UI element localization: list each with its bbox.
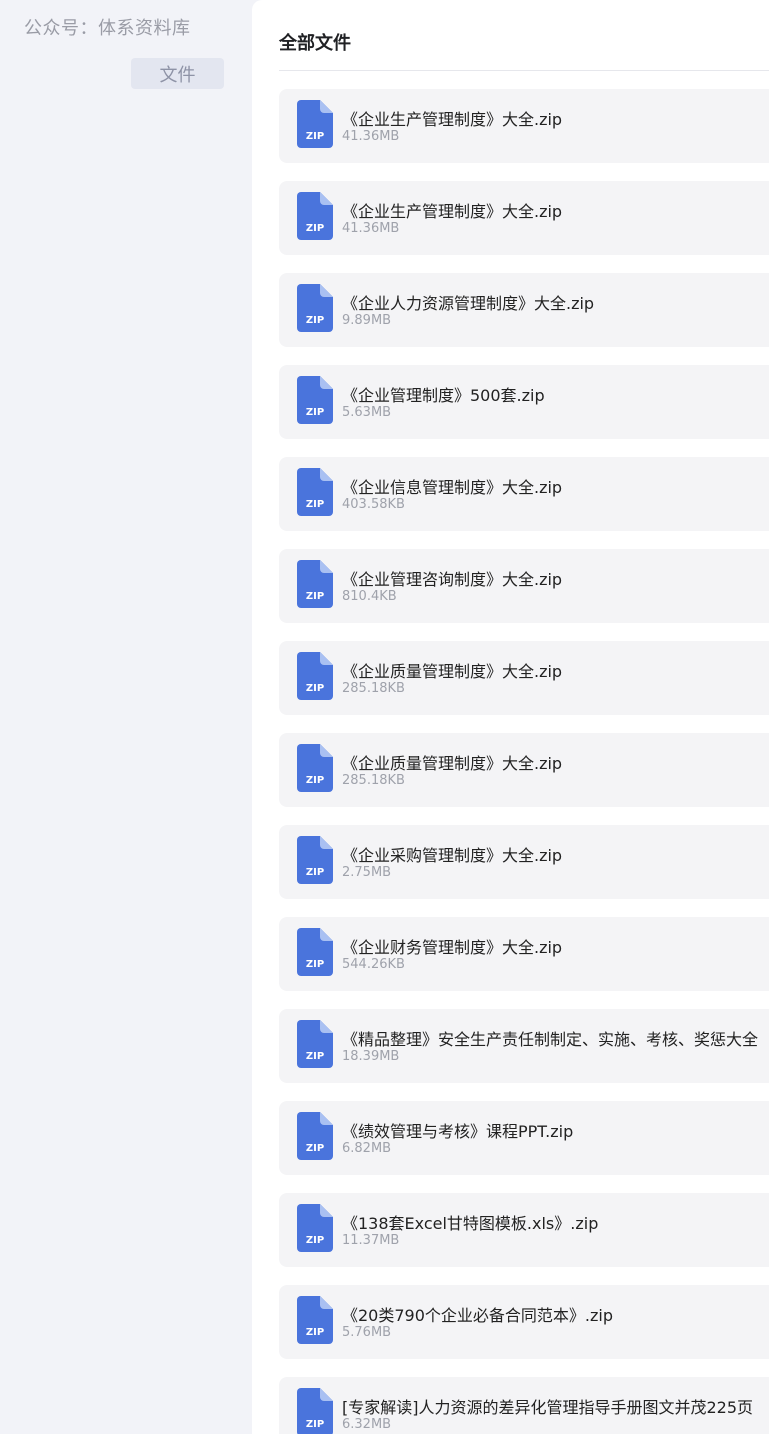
zip-file-icon: ZIP [297,1112,333,1160]
file-item[interactable]: ZIP 《精品整理》安全生产责任制制定、实施、考核、奖惩大全 18.39MB [279,1009,769,1083]
file-size: 5.76MB [342,1325,392,1340]
file-size: 6.82MB [342,1141,392,1156]
zip-icon-label: ZIP [306,131,324,142]
file-name: 《企业管理制度》500套.zip [342,386,545,405]
file-name: 《企业财务管理制度》大全.zip [342,938,563,957]
file-item[interactable]: ZIP 《企业人力资源管理制度》大全.zip 9.89MB [279,273,769,347]
zip-icon-label: ZIP [306,407,324,418]
file-item[interactable]: ZIP 《企业质量管理制度》大全.zip 285.18KB [279,733,769,807]
tab-files[interactable]: 文件 [131,58,224,89]
zip-file-icon: ZIP [297,376,333,424]
zip-file-icon: ZIP [297,284,333,332]
file-name: 《138套Excel甘特图模板.xls》.zip [342,1214,599,1233]
zip-file-icon: ZIP [297,1388,333,1434]
zip-icon-label: ZIP [306,683,324,694]
zip-file-icon: ZIP [297,1204,333,1252]
file-list: ZIP 《企业生产管理制度》大全.zip 41.36MB ZIP 《企业生产管理制度》大… [279,89,769,1434]
main-panel: 全部文件 ZIP 《企业生产管理制度》大全.zip 41.36MB ZIP 《企业生产管… [252,0,769,1434]
zip-file-icon: ZIP [297,468,333,516]
file-name: 《企业生产管理制度》大全.zip [342,110,563,129]
file-size: 2.75MB [342,865,392,880]
file-item[interactable]: ZIP 《20类790个企业必备合同范本》.zip 5.76MB [279,1285,769,1359]
zip-icon-label: ZIP [306,223,324,234]
file-item[interactable]: ZIP 《企业质量管理制度》大全.zip 285.18KB [279,641,769,715]
file-name: 《企业人力资源管理制度》大全.zip [342,294,595,313]
zip-file-icon: ZIP [297,192,333,240]
file-name: 《精品整理》安全生产责任制制定、实施、考核、奖惩大全 [342,1030,759,1049]
file-size: 11.37MB [342,1233,400,1248]
zip-file-icon: ZIP [297,560,333,608]
file-size: 285.18KB [342,681,405,696]
zip-file-icon: ZIP [297,744,333,792]
zip-file-icon: ZIP [297,652,333,700]
file-name: 《企业管理咨询制度》大全.zip [342,570,563,589]
file-size: 9.89MB [342,313,392,328]
zip-icon-label: ZIP [306,1327,324,1338]
file-name: 《企业生产管理制度》大全.zip [342,202,563,221]
zip-file-icon: ZIP [297,928,333,976]
file-name: 《20类790个企业必备合同范本》.zip [342,1306,613,1325]
file-item[interactable]: ZIP 《企业采购管理制度》大全.zip 2.75MB [279,825,769,899]
file-item[interactable]: ZIP 《企业生产管理制度》大全.zip 41.36MB [279,89,769,163]
file-item[interactable]: ZIP 《企业生产管理制度》大全.zip 41.36MB [279,181,769,255]
file-name: [专家解读]人力资源的差异化管理指导手册图文并茂225页 [342,1398,754,1417]
zip-icon-label: ZIP [306,775,324,786]
zip-file-icon: ZIP [297,836,333,884]
zip-icon-label: ZIP [306,1235,324,1246]
file-name: 《企业信息管理制度》大全.zip [342,478,563,497]
file-name: 《企业质量管理制度》大全.zip [342,662,563,681]
zip-icon-label: ZIP [306,1419,324,1430]
zip-icon-label: ZIP [306,591,324,602]
title-divider [279,70,769,71]
file-size: 6.32MB [342,1417,392,1432]
zip-icon-label: ZIP [306,315,324,326]
zip-file-icon: ZIP [297,100,333,148]
file-item[interactable]: ZIP 《企业财务管理制度》大全.zip 544.26KB [279,917,769,991]
file-item[interactable]: ZIP 《企业信息管理制度》大全.zip 403.58KB [279,457,769,531]
zip-file-icon: ZIP [297,1296,333,1344]
file-name: 《绩效管理与考核》课程PPT.zip [342,1122,574,1141]
file-size: 544.26KB [342,957,405,972]
page-title: 全部文件 [279,33,351,54]
zip-icon-label: ZIP [306,959,324,970]
zip-icon-label: ZIP [306,867,324,878]
file-size: 403.58KB [342,497,405,512]
file-size: 285.18KB [342,773,405,788]
file-item[interactable]: ZIP 《企业管理制度》500套.zip 5.63MB [279,365,769,439]
file-size: 18.39MB [342,1049,400,1064]
file-item[interactable]: ZIP [专家解读]人力资源的差异化管理指导手册图文并茂225页 6.32MB [279,1377,769,1434]
file-size: 810.4KB [342,589,397,604]
zip-file-icon: ZIP [297,1020,333,1068]
file-size: 41.36MB [342,129,400,144]
file-size: 5.63MB [342,405,392,420]
brand-label: 公众号：体系资料库 [24,18,191,39]
sidebar: 公众号：体系资料库 文件 [0,0,252,1434]
file-item[interactable]: ZIP 《138套Excel甘特图模板.xls》.zip 11.37MB [279,1193,769,1267]
file-size: 41.36MB [342,221,400,236]
zip-icon-label: ZIP [306,1143,324,1154]
file-item[interactable]: ZIP 《绩效管理与考核》课程PPT.zip 6.82MB [279,1101,769,1175]
file-name: 《企业质量管理制度》大全.zip [342,754,563,773]
zip-icon-label: ZIP [306,499,324,510]
file-name: 《企业采购管理制度》大全.zip [342,846,563,865]
file-item[interactable]: ZIP 《企业管理咨询制度》大全.zip 810.4KB [279,549,769,623]
zip-icon-label: ZIP [306,1051,324,1062]
